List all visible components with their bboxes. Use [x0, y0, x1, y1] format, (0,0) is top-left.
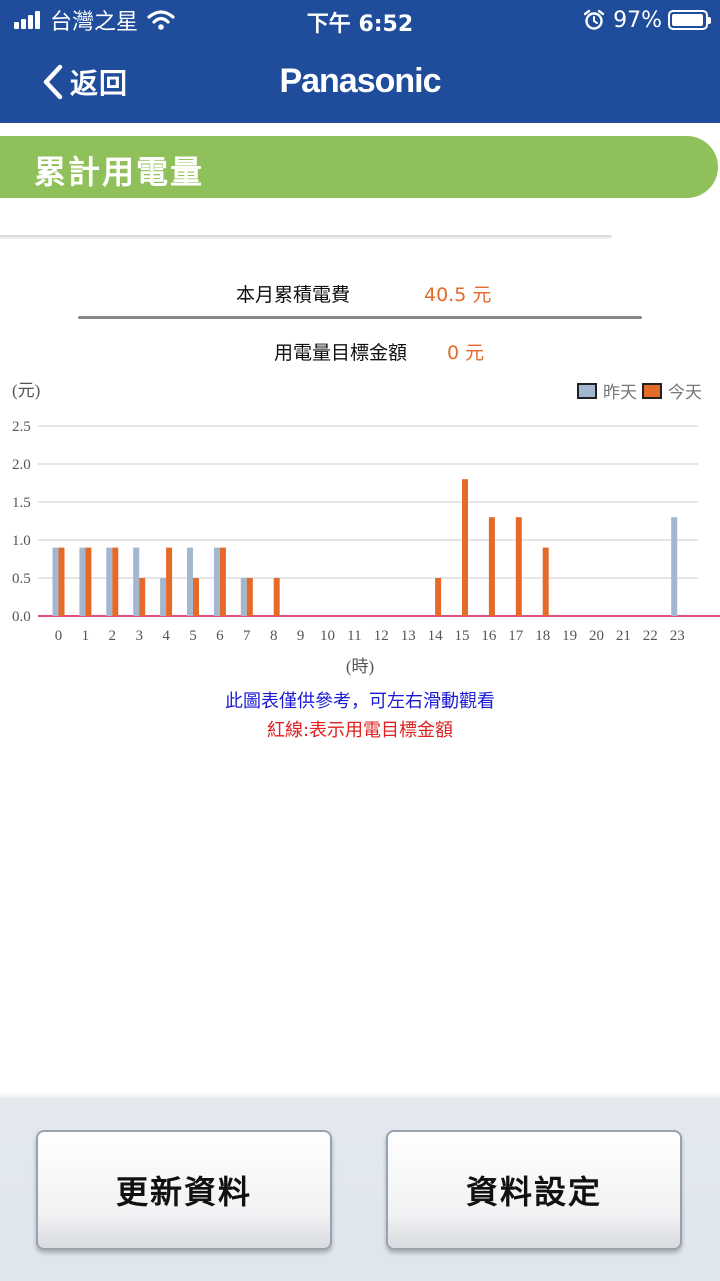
- nav-bar: 返回 Panasonic: [0, 40, 720, 123]
- x-tick-label: 2: [109, 628, 117, 644]
- bar-today: [193, 578, 199, 616]
- bar-yesterday: [240, 578, 247, 616]
- bar-yesterday: [106, 547, 113, 616]
- bar-yesterday: [213, 547, 220, 616]
- data-settings-button[interactable]: 資料設定: [386, 1130, 682, 1250]
- legend-swatch: [642, 383, 662, 399]
- x-tick-label: 6: [216, 628, 224, 644]
- red-line-note: 紅線:表示用電目標金額: [266, 720, 454, 741]
- bar-today: [462, 479, 468, 616]
- bar-yesterday: [160, 578, 167, 616]
- x-tick-label: 14: [428, 628, 444, 644]
- bar-today: [112, 547, 119, 616]
- y-tick-label: 0.5: [12, 571, 31, 587]
- app-screen: 台灣之星 下午 6:52 97% 返回 Panasonic 累計用電量 本月累積…: [0, 0, 720, 1281]
- x-tick-label: 19: [562, 628, 577, 644]
- x-tick-label: 10: [320, 628, 335, 644]
- x-tick-label: 17: [508, 628, 524, 644]
- month-cost-label: 本月累積電費: [236, 284, 351, 306]
- section-header: 累計用電量: [0, 136, 718, 198]
- bar-today: [488, 517, 495, 616]
- x-tick-label: 16: [481, 628, 497, 644]
- x-tick-label: 18: [535, 628, 550, 644]
- y-tick-label: 2.0: [12, 457, 31, 473]
- bar-today: [139, 578, 146, 616]
- legend-label: 昨天: [603, 383, 637, 403]
- x-tick-label: 0: [55, 628, 63, 644]
- bar-yesterday: [79, 547, 86, 616]
- target-value: 0 元: [447, 342, 485, 364]
- month-cost-value: 40.5 元: [424, 284, 492, 306]
- x-tick-label: 7: [243, 628, 251, 644]
- bar-today: [166, 547, 173, 616]
- target-label: 用電量目標金額: [274, 342, 408, 364]
- x-tick-label: 13: [401, 628, 416, 644]
- panasonic-logo: Panasonic: [279, 62, 441, 100]
- x-tick-label: 22: [643, 628, 658, 644]
- x-tick-label: 4: [162, 628, 170, 644]
- bar-today: [435, 578, 442, 616]
- x-tick-label: 9: [297, 628, 305, 644]
- x-tick-label: 5: [189, 628, 197, 644]
- bar-today: [246, 578, 253, 616]
- hourly-usage-chart[interactable]: (元)0.00.51.01.52.02.50 1 2 3 4 5 6 7 8 9 10 11 12 13 1…: [0, 372, 720, 682]
- bar-today: [219, 547, 226, 616]
- refresh-data-button[interactable]: 更新資料: [36, 1130, 332, 1250]
- x-tick-label: 20: [589, 628, 604, 644]
- x-axis-unit-label: (時): [346, 657, 374, 676]
- battery-percent: 97%: [613, 7, 662, 33]
- legend-label: 今天: [668, 383, 702, 403]
- bar-yesterday: [671, 517, 678, 616]
- x-tick-label: 15: [455, 628, 470, 644]
- x-tick-label: 11: [347, 628, 361, 644]
- battery-tip: [708, 17, 711, 24]
- y-tick-label: 1.5: [12, 495, 31, 511]
- x-tick-label: 21: [616, 628, 631, 644]
- alarm-icon: [583, 9, 605, 30]
- y-tick-label: 2.5: [12, 419, 31, 435]
- y-tick-label: 0.0: [12, 609, 31, 625]
- bar-today: [273, 578, 280, 616]
- summary-divider: [78, 316, 642, 319]
- section-divider: [0, 235, 612, 239]
- bar-yesterday: [187, 547, 193, 616]
- refresh-data-label: 更新資料: [115, 1173, 252, 1211]
- bar-yesterday: [52, 547, 59, 616]
- section-title: 累計用電量: [34, 153, 205, 191]
- bar-yesterday: [133, 547, 140, 616]
- bar-today: [85, 547, 92, 616]
- y-axis-unit-label: (元): [12, 381, 40, 400]
- status-bar: 台灣之星 下午 6:52 97%: [0, 0, 720, 40]
- x-tick-label: 23: [670, 628, 685, 644]
- data-settings-label: 資料設定: [465, 1173, 602, 1211]
- x-tick-label: 1: [82, 628, 90, 644]
- bar-today: [515, 517, 522, 616]
- legend-swatch: [577, 383, 597, 399]
- battery-icon: [668, 10, 711, 30]
- y-tick-label: 1.0: [12, 533, 31, 549]
- bar-today: [58, 547, 65, 616]
- x-tick-label: 8: [270, 628, 278, 644]
- x-tick-label: 3: [135, 628, 143, 644]
- chart-note: 此圖表僅供參考，可左右滑動觀看: [225, 691, 495, 712]
- battery-fill: [672, 14, 703, 26]
- status-right: 97%: [583, 7, 711, 33]
- x-tick-label: 12: [374, 628, 389, 644]
- bar-today: [542, 547, 549, 616]
